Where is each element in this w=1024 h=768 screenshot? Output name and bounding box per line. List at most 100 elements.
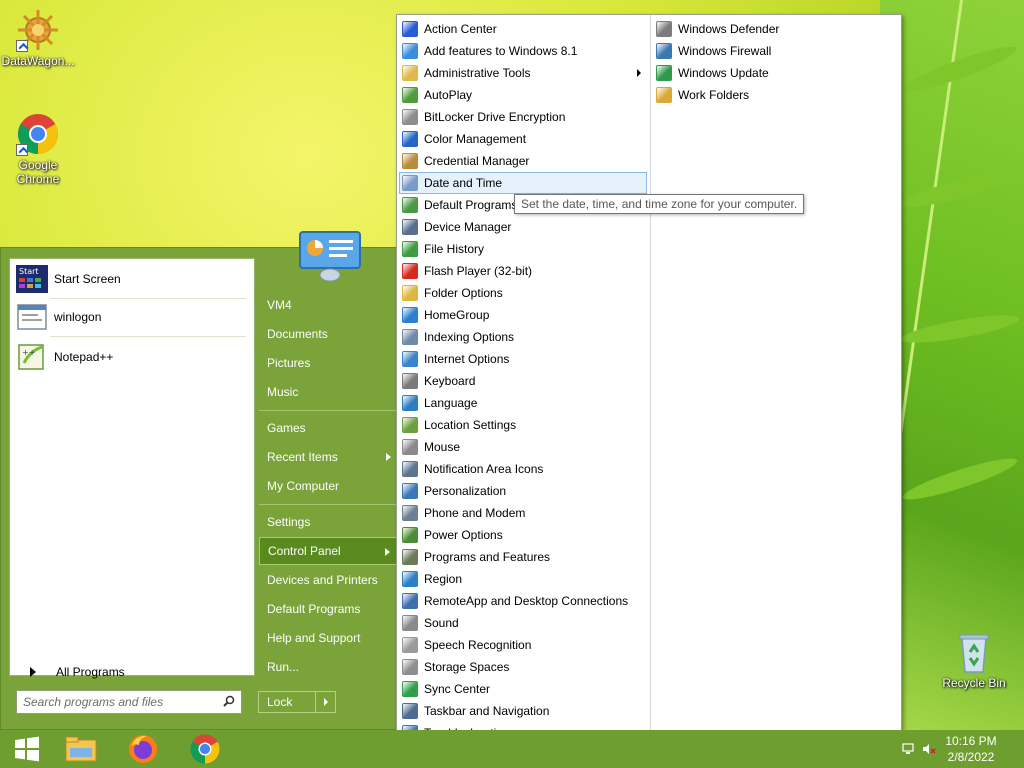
start-link-label: Recent Items — [267, 450, 338, 464]
lock-button[interactable]: Lock — [258, 691, 336, 713]
cp-item-credential-manager[interactable]: Credential Manager — [399, 150, 647, 172]
pinned-item-start-screen[interactable]: Start Start Screen — [10, 261, 254, 297]
file-history-icon — [402, 241, 418, 257]
bitlocker-icon — [402, 109, 418, 125]
start-button[interactable] — [0, 732, 54, 766]
cp-item-keyboard[interactable]: Keyboard — [399, 370, 647, 392]
start-link-run[interactable]: Run... — [259, 653, 397, 681]
datawagon-icon — [16, 8, 60, 52]
cp-item-personalization[interactable]: Personalization — [399, 480, 647, 502]
cp-item-add-features-to-windows-8-1[interactable]: Add features to Windows 8.1 — [399, 40, 647, 62]
cp-item-mouse[interactable]: Mouse — [399, 436, 647, 458]
cp-item-region[interactable]: Region — [399, 568, 647, 590]
clock-date: 2/8/2022 — [947, 750, 995, 764]
start-link-music[interactable]: Music — [259, 378, 397, 406]
sync-icon — [402, 681, 418, 697]
pinned-item-label: Notepad++ — [54, 350, 114, 364]
mouse-icon — [402, 439, 418, 455]
storage-icon — [402, 659, 418, 675]
cp-item-label: Keyboard — [424, 374, 476, 388]
cp-item-language[interactable]: Language — [399, 392, 647, 414]
cp-item-sync-center[interactable]: Sync Center — [399, 678, 647, 700]
cp-item-notification-area-icons[interactable]: Notification Area Icons — [399, 458, 647, 480]
cp-item-label: Windows Firewall — [678, 44, 772, 58]
lock-options-arrow-icon[interactable] — [324, 698, 328, 706]
defender-icon — [656, 21, 672, 37]
start-link-label: Documents — [267, 327, 328, 341]
cp-item-date-and-time[interactable]: Date and Time — [399, 172, 647, 194]
desktop-icon-chrome[interactable]: Google Chrome — [0, 112, 76, 186]
cp-item-power-options[interactable]: Power Options — [399, 524, 647, 546]
cp-item-flash-player-32-bit[interactable]: Flash Player (32-bit) — [399, 260, 647, 282]
taskbar-file-explorer[interactable] — [54, 732, 108, 766]
start-link-settings[interactable]: Settings — [259, 508, 397, 536]
cp-item-indexing-options[interactable]: Indexing Options — [399, 326, 647, 348]
cp-item-storage-spaces[interactable]: Storage Spaces — [399, 656, 647, 678]
start-link-games[interactable]: Games — [259, 414, 397, 442]
volume-muted-icon[interactable] — [922, 742, 936, 756]
start-link-documents[interactable]: Documents — [259, 320, 397, 348]
cp-item-phone-and-modem[interactable]: Phone and Modem — [399, 502, 647, 524]
device-manager-icon — [402, 219, 418, 235]
taskbar-icon — [402, 703, 418, 719]
desktop-icon-datawagon[interactable]: DataWagon... — [0, 8, 76, 68]
start-link-default-programs[interactable]: Default Programs — [259, 595, 397, 623]
start-link-devices-printers[interactable]: Devices and Printers — [259, 566, 397, 594]
lock-split-divider — [315, 692, 316, 712]
chrome-icon — [190, 734, 220, 764]
start-link-help-support[interactable]: Help and Support — [259, 624, 397, 652]
cp-item-programs-and-features[interactable]: Programs and Features — [399, 546, 647, 568]
cp-item-color-management[interactable]: Color Management — [399, 128, 647, 150]
cp-item-device-manager[interactable]: Device Manager — [399, 216, 647, 238]
cp-item-label: Programs and Features — [424, 550, 551, 564]
file-explorer-icon — [65, 736, 97, 762]
cp-item-internet-options[interactable]: Internet Options — [399, 348, 647, 370]
flash-icon — [402, 263, 418, 279]
start-link-pictures[interactable]: Pictures — [259, 349, 397, 377]
cp-item-label: Credential Manager — [424, 154, 530, 168]
pinned-item-label: Start Screen — [54, 272, 121, 286]
lock-label: Lock — [267, 695, 293, 709]
windows-update-icon — [656, 65, 672, 81]
start-link-vm4[interactable]: VM4 — [259, 291, 397, 319]
personalization-icon — [402, 483, 418, 499]
cp-item-remoteapp-and-desktop-connections[interactable]: RemoteApp and Desktop Connections — [399, 590, 647, 612]
start-link-control-panel[interactable]: Control Panel — [259, 537, 397, 565]
taskbar-clock[interactable]: 10:16 PM 2/8/2022 — [936, 733, 1006, 765]
pinned-item-winlogon[interactable]: winlogon — [10, 299, 254, 335]
start-link-label: Pictures — [267, 356, 311, 370]
cp-item-speech-recognition[interactable]: Speech Recognition — [399, 634, 647, 656]
cp-item-file-history[interactable]: File History — [399, 238, 647, 260]
control-panel-picture-icon — [299, 231, 361, 282]
firewall-icon — [656, 43, 672, 59]
search-input[interactable]: Search programs and files — [16, 690, 242, 714]
cp-item-homegroup[interactable]: HomeGroup — [399, 304, 647, 326]
cp-item-taskbar-and-navigation[interactable]: Taskbar and Navigation — [399, 700, 647, 722]
cp-item-windows-firewall[interactable]: Windows Firewall — [653, 40, 899, 62]
cp-item-autoplay[interactable]: AutoPlay — [399, 84, 647, 106]
cp-item-label: Color Management — [424, 132, 527, 146]
cp-item-label: Folder Options — [424, 286, 503, 300]
start-link-my-computer[interactable]: My Computer — [259, 472, 397, 500]
cp-item-location-settings[interactable]: Location Settings — [399, 414, 647, 436]
desktop-icon-recycle-bin[interactable]: Recycle Bin — [936, 630, 1012, 690]
pinned-item-notepadpp[interactable]: ++ Notepad++ — [10, 339, 254, 375]
cp-item-sound[interactable]: Sound — [399, 612, 647, 634]
start-link-recent-items[interactable]: Recent Items — [259, 443, 397, 471]
cp-item-label: Add features to Windows 8.1 — [424, 44, 578, 58]
taskbar-chrome[interactable] — [178, 732, 232, 766]
cp-item-administrative-tools[interactable]: Administrative Tools — [399, 62, 647, 84]
cp-item-windows-defender[interactable]: Windows Defender — [653, 18, 899, 40]
taskbar-firefox[interactable] — [116, 732, 170, 766]
start-link-label: Music — [267, 385, 299, 399]
cp-item-action-center[interactable]: Action Center — [399, 18, 647, 40]
cp-item-bitlocker-drive-encryption[interactable]: BitLocker Drive Encryption — [399, 106, 647, 128]
network-tray-icon[interactable] — [902, 742, 916, 756]
cp-item-folder-options[interactable]: Folder Options — [399, 282, 647, 304]
autoplay-icon — [402, 87, 418, 103]
cp-item-windows-update[interactable]: Windows Update — [653, 62, 899, 84]
cp-item-work-folders[interactable]: Work Folders — [653, 84, 899, 106]
all-programs-button[interactable]: All Programs — [18, 661, 256, 683]
submenu-arrow-icon — [637, 69, 641, 77]
cp-item-label: HomeGroup — [424, 308, 490, 322]
